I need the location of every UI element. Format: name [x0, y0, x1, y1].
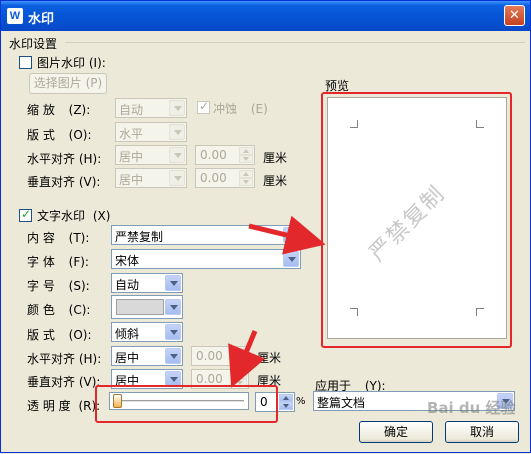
arrow-to-transparency — [228, 330, 266, 388]
watermark-dialog: W 水印 ✕ 水印设置 图片水印 (I): 选择图片 (P) 缩 放 (Z): … — [0, 0, 531, 453]
arrow-to-preview — [248, 215, 326, 255]
red-arrow-icon — [228, 215, 326, 388]
